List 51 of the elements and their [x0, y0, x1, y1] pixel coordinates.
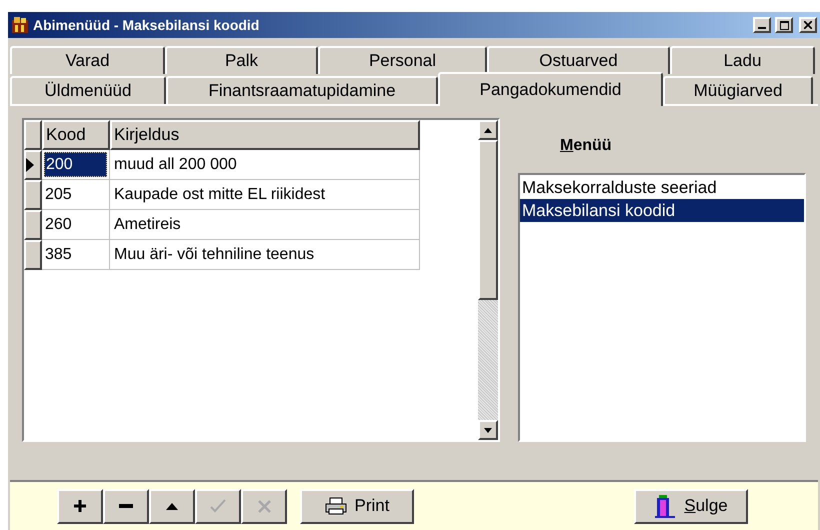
scroll-down-icon[interactable]: [484, 428, 492, 432]
print-button[interactable]: Print: [300, 488, 414, 524]
table-cell-text: 385: [44, 244, 73, 264]
table-cell-text: 205: [44, 184, 73, 204]
tab[interactable]: Ladu: [670, 46, 815, 74]
tab[interactable]: Müügiarved: [663, 76, 813, 104]
list-item[interactable]: Maksebilansi koodid: [520, 199, 804, 222]
table-cell: Kaupade ost mitte EL riikidest: [110, 180, 420, 210]
tab[interactable]: Personal: [318, 46, 487, 74]
tab[interactable]: Pangadokumendid: [438, 72, 663, 106]
triangle-up-icon: [166, 502, 178, 510]
current-row-icon: [26, 158, 34, 172]
toolbar-button[interactable]: [57, 488, 103, 524]
toolbar-button[interactable]: [103, 488, 149, 524]
minimize-button[interactable]: [753, 17, 771, 33]
tab[interactable]: Ostuarved: [487, 46, 670, 74]
row-selector[interactable]: [24, 240, 42, 270]
vertical-scrollbar[interactable]: [478, 120, 498, 440]
menu-label: Menüü: [560, 136, 612, 156]
minus-icon: [119, 504, 133, 508]
toolbar-button[interactable]: [149, 488, 195, 524]
tab[interactable]: Üldmenüüd: [10, 76, 166, 104]
tab[interactable]: Varad: [10, 46, 165, 74]
cross-icon: [258, 500, 270, 512]
list-item[interactable]: Maksekorralduste seeriad: [520, 176, 804, 199]
scroll-thumb[interactable]: [478, 140, 498, 300]
table-cell: muud all 200 000: [110, 150, 420, 180]
tab[interactable]: Finantsraamatupidamine: [166, 76, 438, 104]
printer-icon: [324, 497, 347, 515]
table-cell: Muu äri- või tehniline teenus: [110, 240, 420, 270]
table-cell-text: 260: [44, 214, 73, 234]
door-exit-icon: [654, 493, 676, 519]
close-icon: [804, 21, 812, 29]
app-icon: [11, 16, 29, 34]
row-selector[interactable]: [24, 210, 42, 240]
checkmark-icon: [210, 499, 226, 513]
tab[interactable]: Palk: [165, 46, 318, 74]
window-title: Abimenüüd - Maksebilansi koodid: [33, 16, 260, 34]
row-selector[interactable]: [24, 150, 42, 180]
close-button[interactable]: [799, 17, 817, 33]
row-selector[interactable]: [24, 180, 42, 210]
plus-icon: [74, 500, 86, 512]
close-window-button[interactable]: Sulge: [634, 488, 748, 524]
column-header[interactable]: Kirjeldus: [110, 120, 420, 150]
maximize-button[interactable]: [775, 17, 793, 33]
maximize-icon: [780, 20, 788, 30]
table-cell: Ametireis: [110, 210, 420, 240]
minimize-icon: [758, 27, 766, 29]
column-header[interactable]: Kood: [42, 120, 110, 150]
scroll-up-icon[interactable]: [484, 128, 492, 132]
table-cell: 200: [44, 152, 107, 177]
